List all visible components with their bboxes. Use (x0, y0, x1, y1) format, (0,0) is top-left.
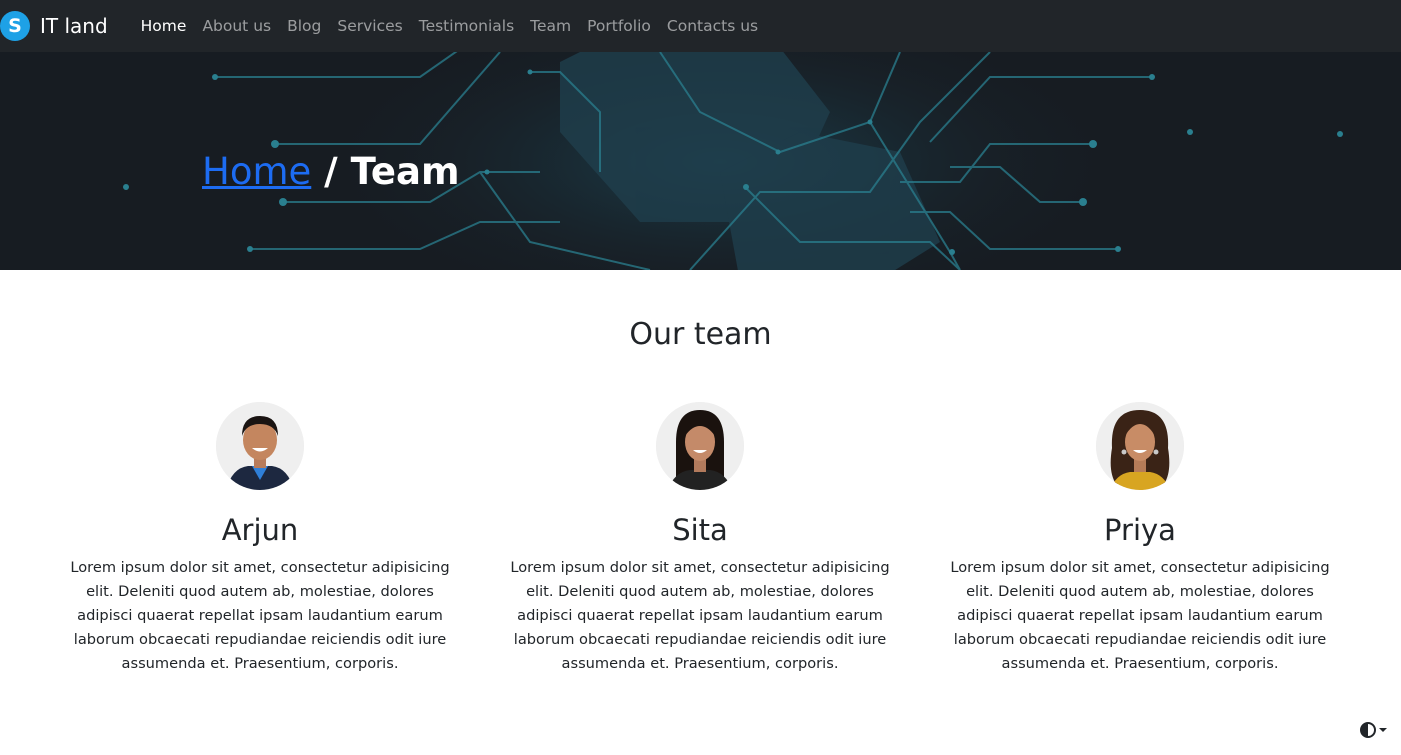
brand-name: IT land (40, 14, 108, 38)
section-title: Our team (629, 317, 772, 352)
top-navbar: S IT land Home About us Blog Services Te… (0, 0, 1401, 52)
team-member-card: Arjun Lorem ipsum dolor sit amet, consec… (60, 402, 460, 676)
caret-down-icon (1379, 728, 1387, 732)
nav-link-services[interactable]: Services (329, 0, 410, 52)
nav-link-contacts-us[interactable]: Contacts us (659, 0, 766, 52)
nav-link-team[interactable]: Team (522, 0, 579, 52)
avatar (216, 402, 304, 490)
theme-toggle-button[interactable] (1360, 722, 1387, 738)
breadcrumb: Home / Team (202, 150, 460, 194)
avatar (656, 402, 744, 490)
team-member-bio: Lorem ipsum dolor sit amet, consectetur … (510, 559, 890, 672)
nav-link-about-us[interactable]: About us (194, 0, 279, 52)
team-member-bio: Lorem ipsum dolor sit amet, consectetur … (950, 559, 1330, 672)
nav-links: Home About us Blog Services Testimonials… (133, 0, 766, 52)
contrast-half-circle-icon (1360, 722, 1376, 738)
team-member-name: Priya (1104, 513, 1176, 547)
team-member-name: Arjun (221, 513, 299, 547)
breadcrumb-current: Team (350, 150, 460, 193)
breadcrumb-separator: / (324, 150, 338, 193)
avatar (1096, 402, 1184, 490)
team-member-card: Sita Lorem ipsum dolor sit amet, consect… (500, 402, 900, 676)
team-member-card: Priya Lorem ipsum dolor sit amet, consec… (940, 402, 1340, 676)
brand-link[interactable]: S IT land (0, 0, 108, 52)
hero-banner: Home / Team (0, 52, 1401, 270)
nav-link-blog[interactable]: Blog (279, 0, 329, 52)
nav-link-home[interactable]: Home (133, 0, 195, 52)
team-member-name: Sita (672, 513, 728, 547)
nav-link-testimonials[interactable]: Testimonials (411, 0, 522, 52)
breadcrumb-home-link[interactable]: Home (202, 150, 311, 193)
team-member-bio: Lorem ipsum dolor sit amet, consectetur … (70, 559, 450, 672)
skype-logo-icon: S (0, 11, 30, 41)
nav-link-portfolio[interactable]: Portfolio (579, 0, 659, 52)
